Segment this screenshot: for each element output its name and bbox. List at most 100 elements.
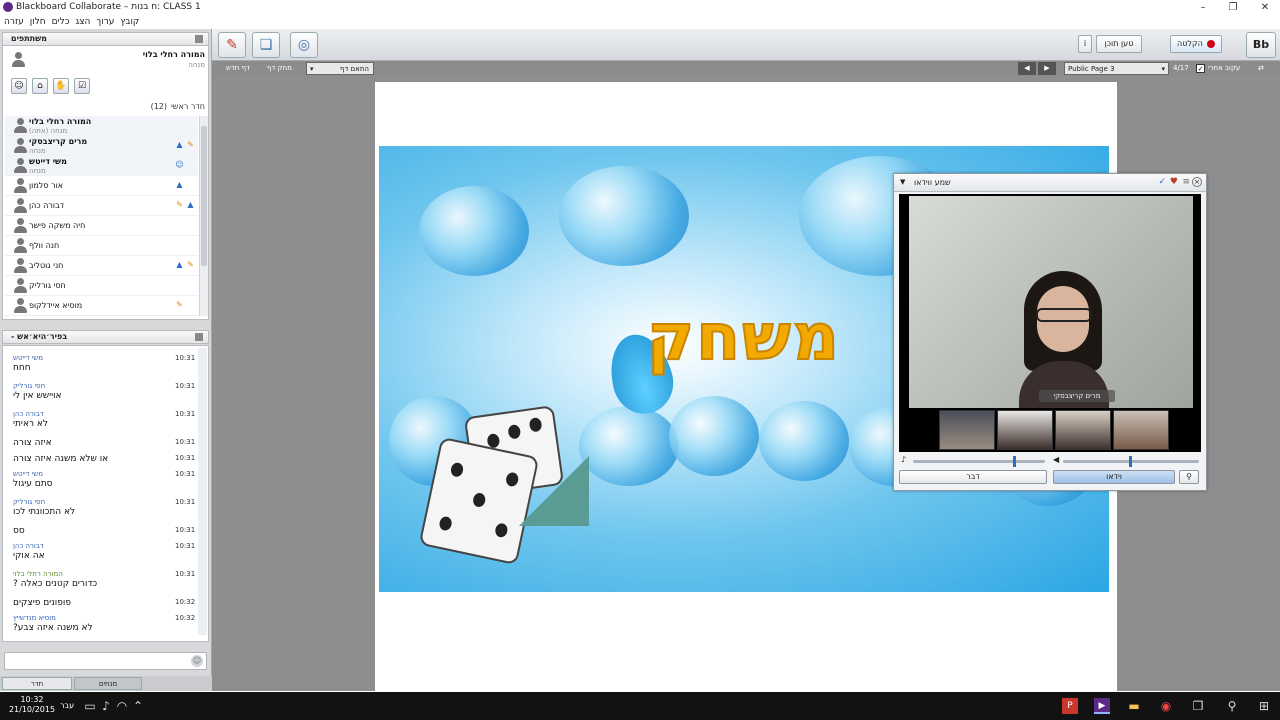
whiteboard-permission-icon[interactable]: ✎ bbox=[175, 300, 184, 309]
close-icon[interactable]: × bbox=[1192, 177, 1202, 187]
record-button[interactable]: הקלטה bbox=[1170, 35, 1222, 53]
menu-window[interactable]: חלון bbox=[30, 15, 46, 29]
room-header: חדר ראשי (12) bbox=[5, 102, 205, 114]
panel-menu-icon[interactable] bbox=[195, 333, 203, 341]
slider-knob[interactable] bbox=[1129, 456, 1132, 467]
tab-moderators[interactable]: מנחים bbox=[74, 677, 142, 690]
video-window-title: שמע ווידאו bbox=[914, 178, 951, 187]
next-page-button[interactable]: ▶ bbox=[1038, 62, 1056, 75]
audio-video-window[interactable]: ▼ שמע ווידאו ✓ ♥ ≡ × מרים קריצבסקי ♪ ◀ ד… bbox=[893, 173, 1207, 491]
load-content-button[interactable]: טען תוכן bbox=[1096, 35, 1142, 53]
windows-start-icon[interactable]: ⊞ bbox=[1256, 698, 1272, 714]
search-icon[interactable]: ⚲ bbox=[1224, 698, 1240, 714]
participant-row[interactable]: מרים קריצבסקי מנחה ▲ ✎ bbox=[5, 136, 198, 156]
notification-icon[interactable]: ▭ bbox=[82, 698, 98, 714]
participant-row[interactable]: מוסיא איידלקופ ✎ bbox=[5, 296, 198, 316]
chrome-icon[interactable]: ◉ bbox=[1158, 698, 1174, 714]
video-window-header[interactable]: ▼ שמע ווידאו ✓ ♥ ≡ × bbox=[894, 174, 1206, 192]
info-button[interactable]: i bbox=[1078, 35, 1092, 53]
video-thumbnail[interactable] bbox=[997, 410, 1053, 450]
speaker-volume-slider[interactable] bbox=[1063, 456, 1199, 467]
chat-time: 10:31 bbox=[175, 470, 196, 478]
video-permission-icon[interactable]: ▲ bbox=[175, 140, 184, 149]
powerpoint-icon[interactable]: P bbox=[1062, 698, 1078, 714]
chat-input[interactable]: ☺ bbox=[4, 652, 207, 670]
participants-header[interactable]: משתתפים bbox=[2, 32, 209, 46]
menu-tools[interactable]: כלים bbox=[52, 15, 70, 29]
collapse-icon[interactable]: ▼ bbox=[900, 178, 905, 186]
video-thumbnail[interactable] bbox=[939, 410, 995, 450]
menu-view[interactable]: הצג bbox=[75, 15, 90, 29]
maximize-button[interactable]: ❐ bbox=[1218, 0, 1248, 15]
menu-file[interactable]: קובץ bbox=[120, 15, 139, 29]
participants-header-label: משתתפים bbox=[11, 34, 47, 43]
wifi-icon[interactable]: ◠ bbox=[114, 698, 130, 714]
swap-arrows-icon[interactable]: ⇄ bbox=[1258, 62, 1264, 75]
away-button[interactable]: ⌂ bbox=[32, 78, 48, 94]
participant-role: מנחה bbox=[29, 147, 46, 155]
slider-knob[interactable] bbox=[1013, 456, 1016, 467]
whiteboard-mode-button[interactable]: ✎ bbox=[218, 32, 246, 58]
scroll-thumb[interactable] bbox=[201, 126, 207, 266]
participant-scrollbar[interactable] bbox=[199, 116, 208, 316]
setup-icon[interactable]: ✓ bbox=[1158, 177, 1166, 187]
folder-icon[interactable]: ▬ bbox=[1126, 698, 1142, 714]
whiteboard-permission-icon[interactable]: ✎ bbox=[175, 200, 184, 209]
video-permission-icon[interactable]: ▲ bbox=[186, 200, 195, 209]
speaker-icon: ◀ bbox=[1053, 455, 1060, 464]
participant-row[interactable]: משי דייטש מנחה ☺ bbox=[5, 156, 198, 176]
close-button[interactable]: ✕ bbox=[1250, 0, 1280, 15]
talk-button[interactable]: דבר bbox=[899, 470, 1047, 484]
app-share-mode-button[interactable]: ❏ bbox=[252, 32, 280, 58]
participant-row[interactable]: חנה וולף bbox=[5, 236, 198, 256]
participant-row[interactable]: דבורה כהן ✎ ▲ bbox=[5, 196, 198, 216]
video-permission-icon[interactable]: ▲ bbox=[175, 180, 184, 189]
chevron-up-icon[interactable]: ⌃ bbox=[130, 698, 146, 714]
follow-checkbox[interactable]: ✓ bbox=[1196, 64, 1205, 73]
whiteboard-permission-icon[interactable]: ✎ bbox=[186, 140, 195, 149]
participant-name: אור סלמון bbox=[29, 181, 64, 190]
menu-icon[interactable]: ≡ bbox=[1182, 177, 1190, 187]
video-permission-icon[interactable]: ▲ bbox=[175, 260, 184, 269]
raise-hand-button[interactable]: ✋ bbox=[53, 78, 69, 94]
room-label: חדר ראשי bbox=[171, 102, 205, 111]
prev-page-button[interactable]: ◀ bbox=[1018, 62, 1036, 75]
web-tour-mode-button[interactable]: ◎ bbox=[290, 32, 318, 58]
chat-time: 10:31 bbox=[175, 570, 196, 578]
chat-scrollbar[interactable] bbox=[198, 348, 207, 635]
fit-page-select[interactable]: התאם דף ▾ bbox=[306, 62, 374, 75]
task-view-icon[interactable]: ❐ bbox=[1190, 698, 1206, 714]
video-button[interactable]: וידאו bbox=[1053, 470, 1175, 484]
video-thumbnail[interactable] bbox=[1055, 410, 1111, 450]
minimize-button[interactable]: – bbox=[1188, 0, 1218, 15]
collaborate-icon[interactable]: ▶ bbox=[1094, 698, 1110, 714]
tab-room[interactable]: חדר bbox=[2, 677, 72, 690]
delete-page-button[interactable]: מחק דף bbox=[267, 62, 292, 75]
volume-icon[interactable]: ♪ bbox=[98, 698, 114, 714]
follow-label: עקוב אחרי bbox=[1208, 64, 1241, 72]
video-permission-icon[interactable]: ☺ bbox=[175, 160, 184, 169]
diamond-decoration bbox=[419, 186, 529, 276]
mic-volume-slider[interactable] bbox=[913, 456, 1045, 467]
new-page-button[interactable]: דף חדש bbox=[226, 62, 250, 75]
hearts-icon[interactable]: ♥ bbox=[1170, 177, 1178, 187]
participant-row[interactable]: אור סלמון ▲ bbox=[5, 176, 198, 196]
video-thumbnail[interactable] bbox=[1113, 410, 1169, 450]
participant-row[interactable]: חיה משקה פישר bbox=[5, 216, 198, 236]
language-indicator[interactable]: עבר bbox=[60, 701, 74, 710]
participant-row[interactable]: המורה רחלי בלוי מנחה (אתה) bbox=[5, 116, 198, 136]
emoticon-icon[interactable]: ☺ bbox=[191, 655, 203, 667]
poll-button[interactable]: ☑ bbox=[74, 78, 90, 94]
whiteboard-permission-icon[interactable]: ✎ bbox=[186, 260, 195, 269]
participant-row[interactable]: חני גוטליב ▲ ✎ bbox=[5, 256, 198, 276]
panel-menu-icon[interactable] bbox=[195, 35, 203, 43]
chat-header[interactable]: - בפיר׳היא׳אש bbox=[2, 330, 209, 344]
taskbar-clock[interactable]: 10:32 21/10/2015 bbox=[8, 695, 56, 715]
emoticon-button[interactable]: ☺ bbox=[11, 78, 27, 94]
participant-name: חיה משקה פישר bbox=[29, 221, 86, 230]
menu-edit[interactable]: ערוך bbox=[96, 15, 114, 29]
menu-help[interactable]: עזרה bbox=[4, 15, 24, 29]
video-search-icon[interactable]: ⚲ bbox=[1179, 470, 1199, 484]
page-select[interactable]: Public Page 3 ▾ bbox=[1064, 62, 1169, 75]
participant-row[interactable]: חסי גורליק bbox=[5, 276, 198, 296]
